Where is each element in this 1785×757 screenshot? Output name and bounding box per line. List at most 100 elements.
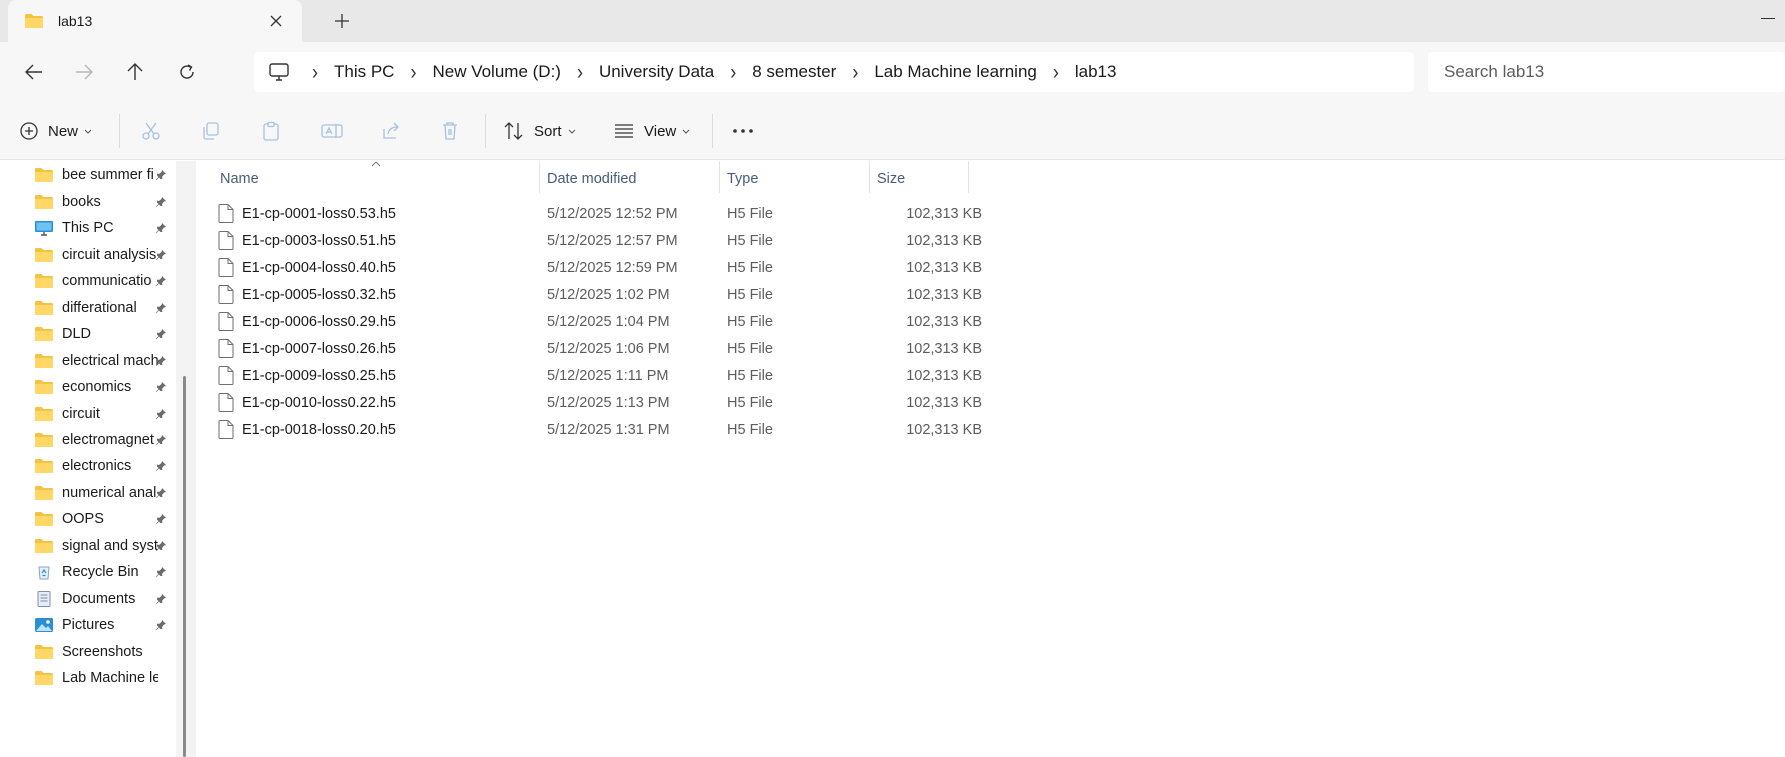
- file-icon: [218, 366, 234, 385]
- file-name: E1-cp-0001-loss0.53.h5: [242, 205, 396, 222]
- file-size: 102,313 KB: [906, 259, 982, 276]
- sidebar-scrollbar-track[interactable]: [176, 161, 196, 757]
- pin-icon: [155, 540, 167, 552]
- tab-lab13[interactable]: lab13: [8, 0, 302, 42]
- refresh-icon[interactable]: [169, 54, 205, 90]
- back-arrow-icon[interactable]: [16, 54, 52, 90]
- file-name-cell[interactable]: E1-cp-0018-loss0.20.h5: [218, 416, 396, 443]
- sidebar-item[interactable]: Pictures: [34, 611, 174, 639]
- table-row[interactable]: E1-cp-0010-loss0.22.h5 5/12/2025 1:13 PM H…: [218, 389, 1168, 416]
- delete-button[interactable]: [441, 113, 459, 149]
- sidebar-scrollbar-thumb[interactable]: [183, 376, 186, 757]
- folder-icon: [34, 194, 54, 210]
- divider: [712, 114, 713, 148]
- breadcrumb-this-pc[interactable]: This PC: [332, 62, 396, 82]
- sidebar-item[interactable]: Lab Machine learn: [34, 664, 174, 692]
- computer-icon[interactable]: [268, 62, 290, 82]
- close-icon[interactable]: [266, 11, 286, 31]
- file-name-cell[interactable]: E1-cp-0001-loss0.53.h5: [218, 200, 396, 227]
- column-divider[interactable]: [719, 161, 720, 193]
- sidebar-item[interactable]: This PC: [34, 214, 174, 242]
- sidebar-item[interactable]: Recycle Bin: [34, 558, 174, 586]
- sidebar-item-label: numerical anal: [62, 485, 157, 501]
- plus-icon[interactable]: [330, 9, 354, 33]
- sidebar-item[interactable]: electronics: [34, 452, 174, 480]
- column-header-name[interactable]: Name: [220, 161, 259, 197]
- sort-button[interactable]: Sort: [504, 113, 576, 149]
- table-row[interactable]: E1-cp-0001-loss0.53.h5 5/12/2025 12:52 PM…: [218, 200, 1168, 227]
- file-name-cell[interactable]: E1-cp-0009-loss0.25.h5: [218, 362, 396, 389]
- sidebar-item[interactable]: numerical anal: [34, 479, 174, 507]
- sidebar-item[interactable]: Documents: [34, 585, 174, 613]
- sidebar-item[interactable]: economics: [34, 373, 174, 401]
- sidebar-item[interactable]: circuit analysis: [34, 241, 174, 269]
- file-size: 102,313 KB: [906, 313, 982, 330]
- table-row[interactable]: E1-cp-0003-loss0.51.h5 5/12/2025 12:57 PM…: [218, 227, 1168, 254]
- sidebar-item[interactable]: differational: [34, 294, 174, 322]
- table-row[interactable]: E1-cp-0007-loss0.26.h5 5/12/2025 1:06 PM H…: [218, 335, 1168, 362]
- file-name-cell[interactable]: E1-cp-0005-loss0.32.h5: [218, 281, 396, 308]
- column-divider[interactable]: [869, 161, 870, 193]
- view-button[interactable]: View: [614, 113, 690, 149]
- share-button[interactable]: [381, 113, 401, 149]
- up-arrow-icon[interactable]: [117, 54, 153, 90]
- column-date-label: Date modified: [547, 171, 637, 187]
- pin-icon: [155, 566, 167, 578]
- file-type: H5 File: [727, 313, 773, 330]
- breadcrumb-new-volume[interactable]: New Volume (D:): [430, 62, 562, 82]
- sidebar-item-label: economics: [62, 379, 132, 395]
- breadcrumb[interactable]: › This PC › New Volume (D:) › University…: [254, 52, 1414, 92]
- sidebar-item[interactable]: DLD: [34, 320, 174, 348]
- minimize-button[interactable]: [1761, 10, 1777, 26]
- sort-icon: [504, 122, 523, 140]
- sidebar-item[interactable]: electrical mach: [34, 347, 174, 375]
- file-name-cell[interactable]: E1-cp-0004-loss0.40.h5: [218, 254, 396, 281]
- forward-arrow-icon[interactable]: [66, 54, 102, 90]
- file-name-cell[interactable]: E1-cp-0006-loss0.29.h5: [218, 308, 396, 335]
- breadcrumb-lab-machine-learning[interactable]: Lab Machine learning: [872, 62, 1039, 82]
- search-box[interactable]: [1428, 52, 1785, 92]
- sidebar-item-label: circuit analysis: [62, 247, 157, 263]
- copy-button[interactable]: [201, 113, 221, 149]
- breadcrumb-lab13[interactable]: lab13: [1073, 62, 1119, 82]
- paste-button[interactable]: [261, 113, 281, 149]
- sidebar-item[interactable]: Screenshots: [34, 638, 174, 666]
- column-header-size[interactable]: Size: [877, 161, 905, 197]
- table-row[interactable]: E1-cp-0005-loss0.32.h5 5/12/2025 1:02 PM H…: [218, 281, 1168, 308]
- table-row[interactable]: E1-cp-0018-loss0.20.h5 5/12/2025 1:31 PM H…: [218, 416, 1168, 443]
- folder-icon: [34, 353, 54, 369]
- table-row[interactable]: E1-cp-0006-loss0.29.h5 5/12/2025 1:04 PM H…: [218, 308, 1168, 335]
- table-row[interactable]: E1-cp-0004-loss0.40.h5 5/12/2025 12:59 PM…: [218, 254, 1168, 281]
- file-name: E1-cp-0018-loss0.20.h5: [242, 421, 396, 438]
- column-divider[interactable]: [968, 161, 969, 193]
- sidebar-item[interactable]: signal and syst: [34, 532, 174, 560]
- cut-button[interactable]: [141, 113, 161, 149]
- breadcrumb-university-data[interactable]: University Data: [597, 62, 716, 82]
- file-size: 102,313 KB: [906, 394, 982, 411]
- file-name-cell[interactable]: E1-cp-0003-loss0.51.h5: [218, 227, 396, 254]
- column-divider[interactable]: [539, 161, 540, 193]
- search-input[interactable]: [1428, 52, 1785, 92]
- file-type: H5 File: [727, 286, 773, 303]
- table-row[interactable]: E1-cp-0009-loss0.25.h5 5/12/2025 1:11 PM H…: [218, 362, 1168, 389]
- file-size: 102,313 KB: [906, 286, 982, 303]
- folder-icon: [34, 538, 54, 554]
- file-icon: [218, 339, 234, 358]
- cut-icon: [142, 122, 160, 140]
- sidebar-item[interactable]: communicatio: [34, 267, 174, 295]
- file-name-cell[interactable]: E1-cp-0010-loss0.22.h5: [218, 389, 396, 416]
- sidebar-item[interactable]: OOPS: [34, 505, 174, 533]
- delete-icon: [443, 122, 457, 140]
- sidebar-item[interactable]: bee summer fi: [34, 161, 174, 189]
- sidebar-item[interactable]: circuit: [34, 400, 174, 428]
- new-button[interactable]: New: [20, 113, 92, 149]
- breadcrumb-8-semester[interactable]: 8 semester: [750, 62, 838, 82]
- pin-icon: [155, 275, 167, 287]
- column-header-date[interactable]: Date modified: [547, 161, 636, 197]
- more-options-button[interactable]: [732, 113, 754, 149]
- column-header-type[interactable]: Type: [727, 161, 758, 197]
- sidebar-item[interactable]: electromagnet: [34, 426, 174, 454]
- rename-button[interactable]: [321, 113, 343, 149]
- sidebar-item[interactable]: books: [34, 188, 174, 216]
- file-name-cell[interactable]: E1-cp-0007-loss0.26.h5: [218, 335, 396, 362]
